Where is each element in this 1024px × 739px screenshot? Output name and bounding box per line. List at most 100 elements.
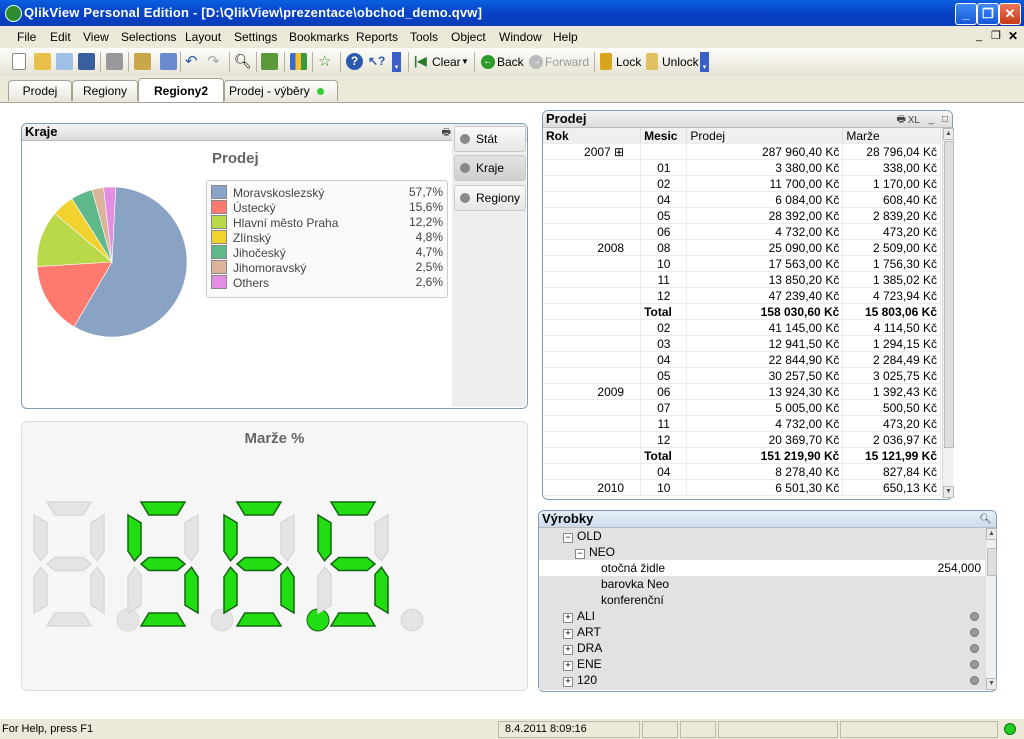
toolbar-overflow-chevron-icon[interactable]: ▾	[392, 52, 401, 72]
expand-icon[interactable]: +	[563, 629, 573, 639]
close-button[interactable]: ✕	[999, 3, 1021, 25]
clear-icon[interactable]: |◀	[414, 53, 431, 70]
menu-tools[interactable]: Tools	[410, 30, 438, 44]
listbox-scrollbar[interactable]: ▲ ▼	[985, 528, 997, 690]
mdi-close-icon[interactable]: ✕	[1008, 29, 1018, 43]
column-header[interactable]: Marže	[842, 128, 941, 144]
table-scrollbar[interactable]: ▲ ▼	[942, 128, 954, 498]
table-row[interactable]: Total 151 219,90 Kč 15 121,99 Kč	[543, 447, 941, 464]
vyrobky-caption[interactable]: Výrobky 🔍︎	[539, 511, 996, 528]
table-row[interactable]: 02 41 145,00 Kč 4 114,50 Kč	[543, 319, 941, 336]
collapse-icon[interactable]: −	[563, 533, 573, 543]
list-item[interactable]: − OLD	[539, 528, 985, 544]
select-icon[interactable]	[261, 53, 278, 70]
scroll-up-icon[interactable]: ▲	[986, 528, 997, 540]
tab-regiony2[interactable]: Regiony2	[138, 78, 224, 103]
table-row[interactable]: 03 12 941,50 Kč 1 294,15 Kč	[543, 335, 941, 352]
list-item[interactable]: + ART	[539, 624, 985, 640]
clear-button[interactable]: Clear	[432, 55, 461, 69]
table-row[interactable]: 2009 06 13 924,30 Kč 1 392,43 Kč	[543, 383, 941, 400]
table-row[interactable]: 2008 08 25 090,00 Kč 2 509,00 Kč	[543, 239, 941, 256]
save-icon[interactable]	[78, 53, 95, 70]
forward-icon[interactable]: →	[529, 55, 543, 69]
tab-prodej-vybery[interactable]: Prodej - výběry	[224, 80, 338, 101]
mdi-minimize-icon[interactable]: _	[976, 30, 982, 42]
tab-prodej[interactable]: Prodej	[8, 80, 72, 101]
legend-item[interactable]: Hlavní město Praha 12,2%	[211, 215, 443, 230]
kraje-chart-panel[interactable]: Kraje 🖶︎ XL Prodej Moravskoslezský57,7%Ú…	[21, 123, 528, 409]
legend-item[interactable]: Ústecký 15,6%	[211, 200, 443, 215]
menu-file[interactable]: File	[17, 30, 36, 44]
menu-layout[interactable]: Layout	[185, 30, 221, 44]
forward-button[interactable]: Forward	[545, 55, 589, 69]
table-row[interactable]: 01 3 380,00 Kč 338,00 Kč	[543, 159, 941, 176]
pie-chart[interactable]	[22, 144, 202, 404]
table-row[interactable]: 06 4 732,00 Kč 473,20 Kč	[543, 223, 941, 240]
menu-window[interactable]: Window	[499, 30, 542, 44]
help-icon[interactable]: ?	[346, 53, 363, 70]
maximize-object-icon[interactable]: □	[942, 112, 948, 128]
legend-item[interactable]: Jihomoravský 2,5%	[211, 260, 443, 275]
new-document-icon[interactable]	[12, 53, 26, 70]
table-row[interactable]: 11 13 850,20 Kč 1 385,02 Kč	[543, 271, 941, 288]
lock-icon[interactable]	[600, 53, 612, 70]
back-icon[interactable]: ←	[481, 55, 495, 69]
context-help-icon[interactable]: ↖?	[368, 53, 385, 70]
back-button[interactable]: Back	[497, 55, 524, 69]
legend-item[interactable]: Jihočeský 4,7%	[211, 245, 443, 260]
table-row[interactable]: 2007 ⊞ 287 960,40 Kč 28 796,04 Kč	[543, 143, 941, 160]
prodej-table-panel[interactable]: Prodej 🖶︎ XL _ □ Rok Mesic Prodej Marže 2007…	[542, 110, 954, 500]
prodej-caption[interactable]: Prodej 🖶︎ XL _ □	[543, 111, 952, 128]
list-item[interactable]: + DRA	[539, 640, 985, 656]
undo-icon[interactable]: ↶	[185, 53, 202, 70]
maximize-button[interactable]: ❐	[977, 3, 999, 25]
menu-view[interactable]: View	[83, 30, 109, 44]
list-item[interactable]: konferenční	[539, 592, 985, 608]
menu-edit[interactable]: Edit	[50, 30, 71, 44]
scroll-up-icon[interactable]: ▲	[943, 128, 954, 140]
table-row[interactable]: 04 8 278,40 Kč 827,84 Kč	[543, 463, 941, 480]
expand-icon[interactable]: +	[563, 677, 573, 687]
minimize-object-icon[interactable]: _	[928, 112, 934, 128]
minimize-button[interactable]: _	[955, 3, 977, 25]
table-row[interactable]: 11 4 732,00 Kč 473,20 Kč	[543, 415, 941, 432]
mdi-restore-icon[interactable]: ❐	[991, 29, 1001, 42]
marze-gauge-panel[interactable]: Marže %	[21, 421, 528, 691]
table-row[interactable]: 05 30 257,50 Kč 3 025,75 Kč	[543, 367, 941, 384]
menu-settings[interactable]: Settings	[234, 30, 277, 44]
open-folder-icon[interactable]	[34, 53, 51, 70]
table-row[interactable]: 10 17 563,00 Kč 1 756,30 Kč	[543, 255, 941, 272]
table-row[interactable]: 12 47 239,40 Kč 4 723,94 Kč	[543, 287, 941, 304]
scroll-down-icon[interactable]: ▼	[943, 486, 954, 498]
menu-selections[interactable]: Selections	[121, 30, 176, 44]
list-item[interactable]: + ALI	[539, 608, 985, 624]
regiony-button[interactable]: Regiony	[454, 185, 526, 211]
legend-item[interactable]: Zlínský 4,8%	[211, 230, 443, 245]
search-icon[interactable]: 🔍︎	[979, 512, 992, 528]
menu-bookmarks[interactable]: Bookmarks	[289, 30, 349, 44]
unlock-icon[interactable]	[646, 53, 658, 70]
legend-item[interactable]: Moravskoslezský 57,7%	[211, 185, 443, 200]
unlock-button[interactable]: Unlock	[662, 55, 699, 69]
table-row[interactable]: 12 20 369,70 Kč 2 036,97 Kč	[543, 431, 941, 448]
table-row[interactable]: 07 5 005,00 Kč 500,50 Kč	[543, 399, 941, 416]
title-bar[interactable]: QlikView Personal Edition - [D:\QlikView…	[0, 0, 1024, 26]
table-row[interactable]: 04 22 844,90 Kč 2 284,49 Kč	[543, 351, 941, 368]
scroll-down-icon[interactable]: ▼	[986, 678, 997, 690]
stat-button[interactable]: Stát	[454, 126, 526, 152]
lock-button[interactable]: Lock	[616, 55, 641, 69]
table-row[interactable]: Total 158 030,60 Kč 15 803,06 Kč	[543, 303, 941, 320]
legend-item[interactable]: Others 2,6%	[211, 275, 443, 290]
reload-icon[interactable]	[56, 53, 73, 70]
kraje-button[interactable]: Kraje	[454, 155, 526, 181]
scroll-thumb[interactable]	[987, 548, 997, 576]
collapse-icon[interactable]: −	[575, 549, 585, 559]
send-to-excel-icon[interactable]: XL	[908, 113, 920, 129]
reload-data-icon[interactable]	[160, 53, 177, 70]
list-item[interactable]: +120	[539, 672, 985, 688]
print-icon[interactable]	[106, 53, 123, 70]
list-item[interactable]: + ENE	[539, 656, 985, 672]
tab-regiony[interactable]: Regiony	[72, 80, 138, 101]
print-object-icon[interactable]: 🖶︎	[897, 112, 906, 128]
favorite-star-icon[interactable]: ☆	[318, 53, 335, 70]
